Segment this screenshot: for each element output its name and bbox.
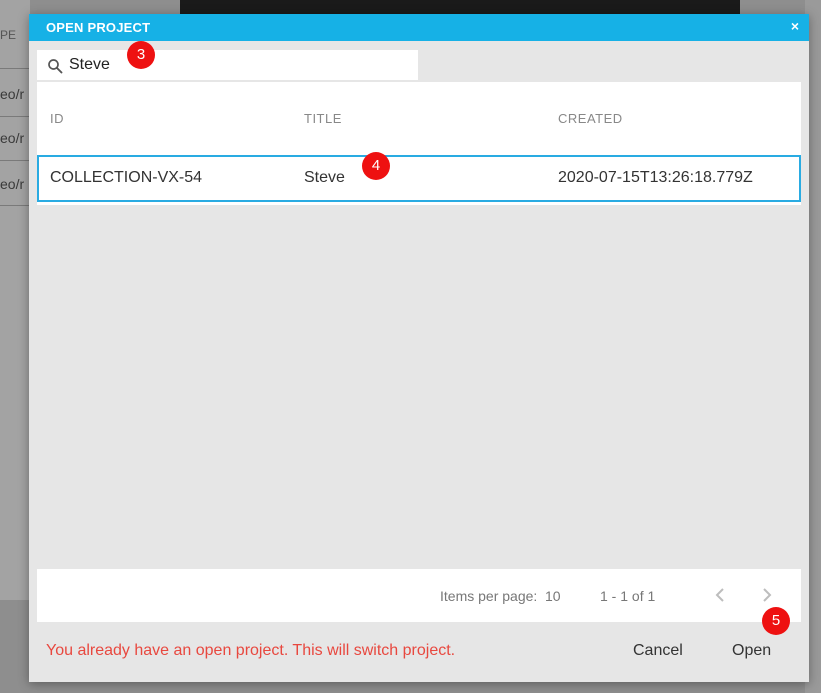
close-icon: × (790, 18, 800, 34)
cell-title: Steve (304, 169, 345, 186)
background-row-fragment: eo/r (0, 130, 25, 146)
background-divider (0, 205, 30, 206)
background-video-strip (180, 0, 740, 14)
previous-page-button[interactable] (706, 581, 734, 609)
dialog-header: OPEN PROJECT × (29, 14, 809, 41)
chevron-right-icon (763, 588, 772, 602)
column-header-title: TITLE (304, 111, 342, 126)
items-per-page-label: Items per page: (440, 588, 538, 604)
background-divider (0, 68, 30, 69)
annotation-marker: 4 (362, 152, 390, 180)
search-input[interactable] (69, 50, 409, 80)
search-icon (48, 59, 63, 74)
items-per-page-select[interactable]: 10 (545, 588, 561, 604)
pagination-bar: Items per page: 10 1 - 1 of 1 (37, 569, 801, 622)
annotation-marker: 5 (762, 607, 790, 635)
table-row[interactable]: COLLECTION-VX-54 Steve 2020-07-15T13:26:… (37, 155, 801, 202)
page-range-label: 1 - 1 of 1 (600, 588, 656, 604)
cell-id: COLLECTION-VX-54 (50, 169, 203, 186)
switch-project-warning: You already have an open project. This w… (46, 642, 456, 659)
annotation-marker: 3 (127, 41, 155, 69)
next-page-button[interactable] (753, 581, 781, 609)
background-row-fragment: eo/r (0, 86, 25, 102)
search-box (37, 50, 418, 80)
open-project-dialog: OPEN PROJECT × ID TITLE CREATED COLLECTI… (29, 14, 809, 682)
close-button[interactable]: × (788, 18, 802, 34)
chevron-left-icon (715, 588, 724, 602)
background-divider (0, 160, 30, 161)
open-button[interactable]: Open (732, 642, 771, 660)
background-row-fragment: eo/r (0, 176, 25, 192)
column-header-id: ID (50, 111, 64, 126)
background-divider (0, 116, 30, 117)
projects-table: ID TITLE CREATED COLLECTION-VX-54 Steve … (37, 82, 801, 205)
background-column-fragment: PE (0, 28, 17, 42)
dialog-title: OPEN PROJECT (46, 20, 151, 35)
cell-created: 2020-07-15T13:26:18.779Z (558, 169, 753, 186)
column-header-created: CREATED (558, 111, 623, 126)
cancel-button[interactable]: Cancel (633, 642, 683, 660)
